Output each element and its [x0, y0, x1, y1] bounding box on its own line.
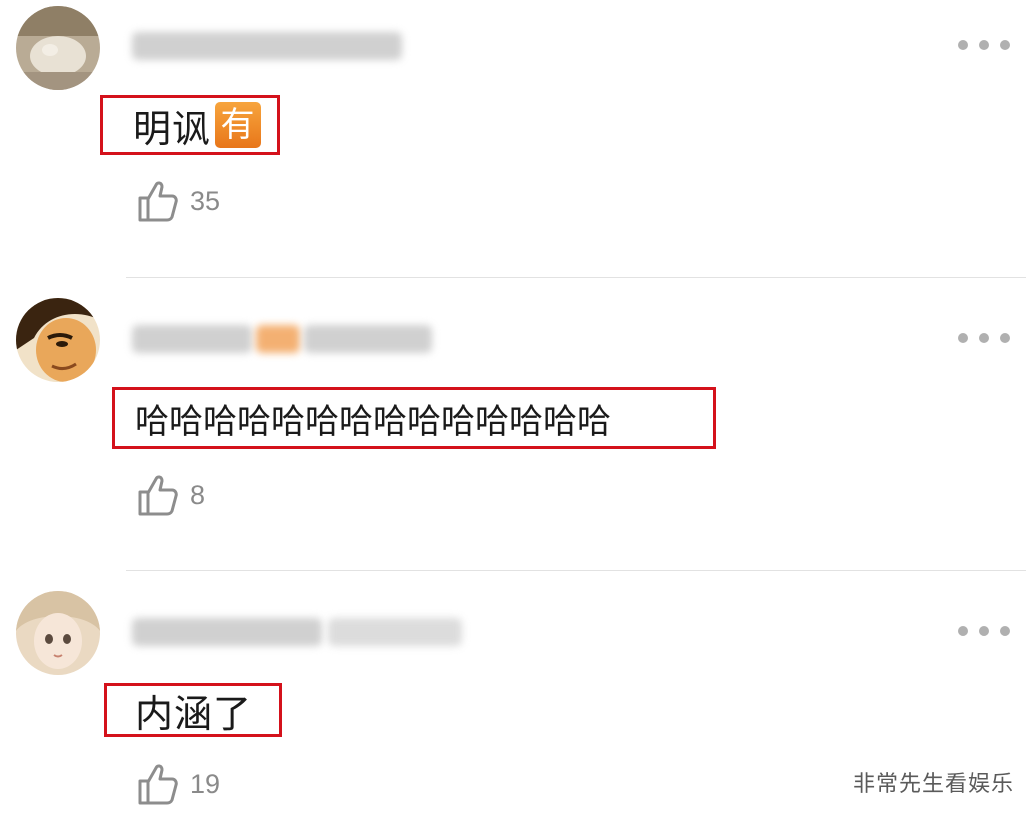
comment-text: 内涵了: [104, 683, 282, 737]
thumbs-up-icon: [138, 181, 178, 222]
comment-text-content: 哈哈哈哈哈哈哈哈哈哈哈哈哈哈: [135, 401, 611, 442]
more-icon: [958, 626, 968, 636]
thumbs-up-icon: [138, 475, 178, 516]
avatar[interactable]: [16, 591, 100, 675]
watermark: 非常先生看娱乐: [852, 772, 1014, 797]
divider: [126, 570, 1026, 571]
more-button[interactable]: [958, 622, 1010, 640]
comment-text: 哈哈哈哈哈哈哈哈哈哈哈哈哈哈: [112, 387, 716, 449]
comment-text-content: 明讽: [133, 106, 212, 151]
like-count: 8: [190, 479, 206, 510]
like-count: 19: [190, 768, 221, 799]
thumbs-up-icon: [138, 764, 178, 805]
more-icon: [958, 333, 968, 343]
comment-item: 哈哈哈哈哈哈哈哈哈哈哈哈哈哈 8: [0, 279, 1026, 571]
divider: [126, 277, 1026, 278]
more-button[interactable]: [958, 36, 1010, 54]
username-blurred[interactable]: [132, 26, 402, 66]
avatar[interactable]: [16, 298, 100, 382]
avatar[interactable]: [16, 6, 100, 90]
username-blurred[interactable]: [132, 612, 462, 652]
like-button[interactable]: 19: [136, 761, 220, 807]
like-count: 35: [190, 185, 221, 216]
comment-text-content: 内涵了: [135, 691, 253, 736]
like-button[interactable]: 8: [136, 472, 205, 518]
emoji-you-icon: 有: [215, 102, 262, 148]
like-button[interactable]: 35: [136, 178, 220, 224]
more-icon: [958, 40, 968, 50]
comment-item: 明讽 有 35: [0, 0, 1026, 278]
username-blurred[interactable]: [132, 319, 432, 359]
comment-text: 明讽 有: [100, 95, 280, 155]
more-button[interactable]: [958, 329, 1010, 347]
